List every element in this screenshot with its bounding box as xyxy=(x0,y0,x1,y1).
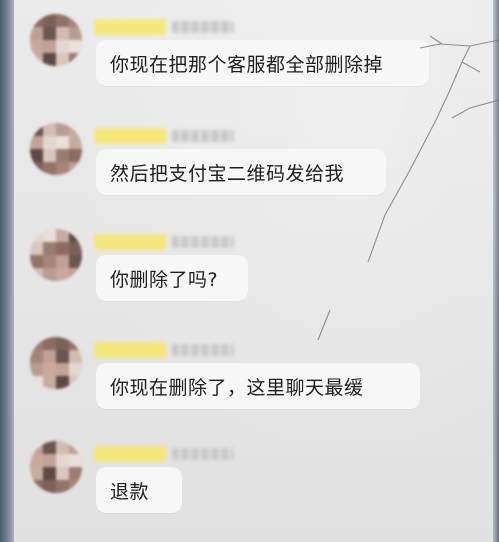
message-text: 退款 xyxy=(110,480,150,503)
message-bubble[interactable]: 你现在删除了，这里聊天最缓 xyxy=(96,363,420,409)
message-text: 你删除了吗? xyxy=(110,268,219,291)
message-bubble[interactable]: 你现在把那个客服都全部删除掉 xyxy=(96,40,429,86)
message-bubble[interactable]: 你删除了吗? xyxy=(96,255,248,301)
chat-message: 你现在把那个客服都全部删除掉 xyxy=(30,14,490,114)
chat-message: 你现在删除了，这里聊天最缓 xyxy=(30,337,490,437)
blurred-avatar[interactable] xyxy=(30,229,82,281)
message-bubble[interactable]: 然后把支付宝二维码发给我 xyxy=(96,149,386,195)
blurred-avatar[interactable] xyxy=(30,123,82,175)
message-bubble[interactable]: 退款 xyxy=(96,467,182,513)
message-text: 你现在把那个客服都全部删除掉 xyxy=(110,53,384,76)
blurred-sender-name xyxy=(94,341,234,359)
device-bezel-left xyxy=(0,0,14,542)
blurred-avatar[interactable] xyxy=(30,14,82,66)
blurred-sender-name xyxy=(94,127,234,145)
chat-message: 然后把支付宝二维码发给我 xyxy=(30,123,490,223)
message-text: 然后把支付宝二维码发给我 xyxy=(110,162,345,185)
blurred-sender-name xyxy=(94,445,234,463)
blurred-sender-name xyxy=(94,18,234,36)
device-bezel-right xyxy=(493,0,499,542)
chat-screen: 你现在把那个客服都全部删除掉 然后把支付宝二维码发给我 你删除了吗? 你现在删除… xyxy=(0,0,499,542)
blurred-avatar[interactable] xyxy=(30,337,82,389)
blurred-sender-name xyxy=(94,233,234,251)
chat-message: 退款 xyxy=(30,441,490,541)
blurred-avatar[interactable] xyxy=(30,441,82,493)
chat-message: 你删除了吗? xyxy=(30,229,490,329)
message-text: 你现在删除了，这里聊天最缓 xyxy=(110,376,364,399)
